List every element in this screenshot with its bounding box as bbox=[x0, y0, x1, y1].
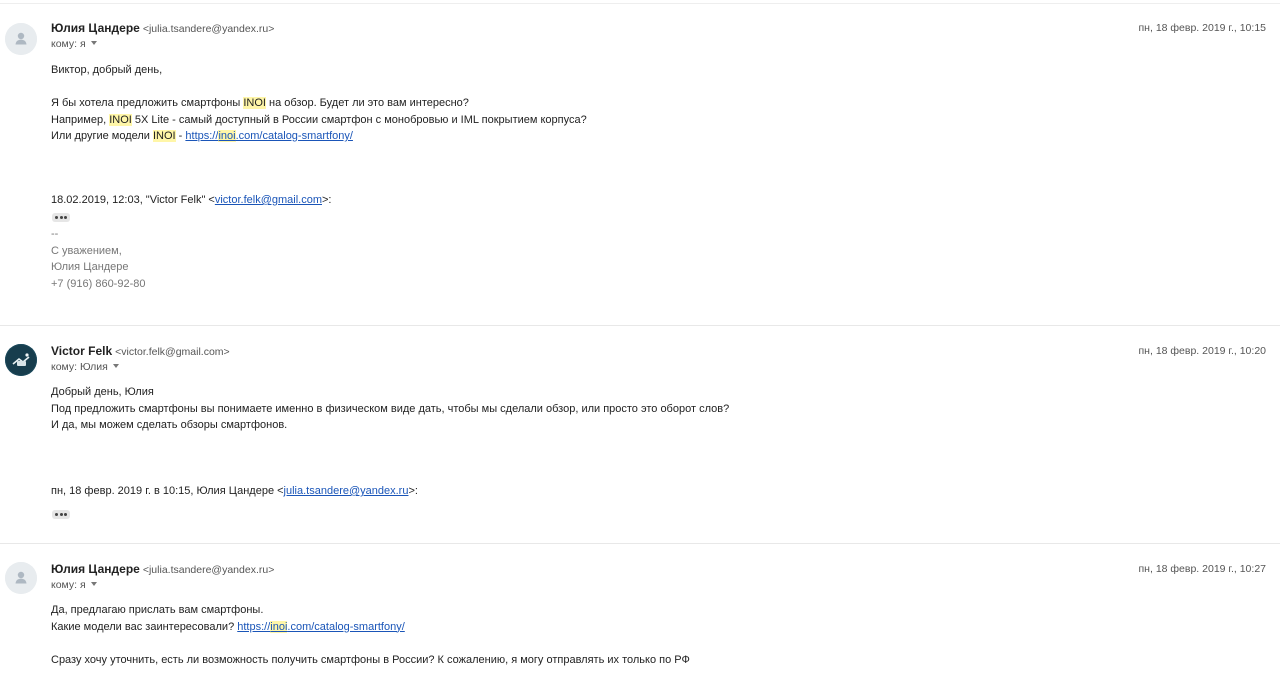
message-date: пн, 18 февр. 2019 г., 10:20 bbox=[1138, 345, 1267, 357]
message-header: Юлия Цандере <julia.tsandere@yandex.ru> bbox=[51, 562, 274, 576]
body-line: Под предложить смартфоны вы понимаете им… bbox=[51, 402, 730, 415]
signature-name: Юлия Цандере bbox=[51, 261, 129, 273]
quote-header: пн, 18 февр. 2019 г. в 10:15, Юлия Цанде… bbox=[51, 485, 418, 497]
recipients-label: кому: Юлия bbox=[51, 361, 108, 373]
message-date: пн, 18 февр. 2019 г., 10:15 bbox=[1138, 22, 1267, 34]
email-message: Victor Felk <victor.felk@gmail.com> пн, 1… bbox=[0, 344, 1280, 544]
recipients-toggle[interactable]: кому: я bbox=[51, 579, 97, 591]
show-trimmed-content-button[interactable] bbox=[52, 213, 70, 222]
message-body: Виктор, добрый день, Я бы хотела предлож… bbox=[51, 62, 587, 145]
signature-dash: -- bbox=[51, 228, 59, 240]
default-person-icon bbox=[5, 562, 37, 594]
sender-name[interactable]: Victor Felk bbox=[51, 344, 112, 358]
search-highlight: INOI bbox=[109, 113, 132, 126]
email-message: Юлия Цандере <julia.tsandere@yandex.ru> п… bbox=[0, 21, 1280, 326]
message-header: Юлия Цандере <julia.tsandere@yandex.ru> bbox=[51, 21, 274, 35]
body-line: Добрый день, Юлия bbox=[51, 386, 154, 398]
recipients-label: кому: я bbox=[51, 579, 86, 591]
body-line: Сразу хочу уточнить, есть ли возможность… bbox=[51, 653, 690, 666]
signature-phone: +7 (916) 860-92-80 bbox=[51, 277, 146, 290]
chevron-down-icon[interactable] bbox=[90, 582, 97, 586]
signature: -- С уважением, Юлия Цандере +7 (916) 86… bbox=[51, 226, 145, 292]
body-line: И да, мы можем сделать обзоры смартфонов… bbox=[51, 419, 288, 431]
show-trimmed-content-button[interactable] bbox=[52, 510, 70, 519]
body-line: Я бы хотела предложить смартфоны INOI на… bbox=[51, 97, 469, 109]
message-date: пн, 18 февр. 2019 г., 10:27 bbox=[1138, 563, 1267, 575]
sender-email: <victor.felk@gmail.com> bbox=[115, 346, 230, 358]
catalog-link[interactable]: https://inoi.com/catalog-smartfony/ bbox=[185, 130, 353, 142]
body-line: Или другие модели INOI - https://inoi.co… bbox=[51, 130, 353, 142]
sender-email: <julia.tsandere@yandex.ru> bbox=[142, 23, 275, 35]
quoted-email-link[interactable]: julia.tsandere@yandex.ru bbox=[284, 485, 409, 497]
sender-name[interactable]: Юлия Цандере bbox=[51, 562, 140, 576]
sender-name[interactable]: Юлия Цандере bbox=[51, 21, 140, 35]
search-highlight: INOI bbox=[153, 130, 176, 142]
recipients-toggle[interactable]: кому: я bbox=[51, 38, 97, 50]
message-body: Добрый день, Юлия Под предложить смартфо… bbox=[51, 384, 729, 434]
chevron-down-icon[interactable] bbox=[112, 364, 119, 368]
body-line: Какие модели вас заинтересовали? https:/… bbox=[51, 620, 405, 633]
default-person-icon bbox=[5, 23, 37, 55]
signature-regards: С уважением, bbox=[51, 244, 122, 257]
message-body: Да, предлагаю прислать вам смартфоны. Ка… bbox=[51, 602, 690, 668]
body-line: Да, предлагаю прислать вам смартфоны. bbox=[51, 604, 264, 616]
top-divider bbox=[0, 3, 1280, 4]
message-header: Victor Felk <victor.felk@gmail.com> bbox=[51, 344, 230, 358]
avatar[interactable] bbox=[5, 23, 37, 55]
quote-header: 18.02.2019, 12:03, "Victor Felk" <victor… bbox=[51, 194, 332, 206]
search-highlight: INOI bbox=[243, 97, 266, 109]
recipients-label: кому: я bbox=[51, 38, 86, 50]
sender-email: <julia.tsandere@yandex.ru> bbox=[142, 564, 275, 576]
profile-photo-icon bbox=[5, 344, 37, 376]
avatar[interactable] bbox=[5, 344, 37, 376]
recipients-toggle[interactable]: кому: Юлия bbox=[51, 361, 119, 373]
catalog-link[interactable]: https://inoi.com/catalog-smartfony/ bbox=[237, 620, 405, 633]
chevron-down-icon[interactable] bbox=[90, 41, 97, 45]
greeting-line: Виктор, добрый день, bbox=[51, 64, 163, 76]
body-line: Например, INOI 5X Lite - самый доступный… bbox=[51, 113, 587, 126]
quoted-email-link[interactable]: victor.felk@gmail.com bbox=[215, 194, 322, 206]
avatar[interactable] bbox=[5, 562, 37, 594]
email-message: Юлия Цандере <julia.tsandere@yandex.ru> п… bbox=[0, 562, 1280, 694]
